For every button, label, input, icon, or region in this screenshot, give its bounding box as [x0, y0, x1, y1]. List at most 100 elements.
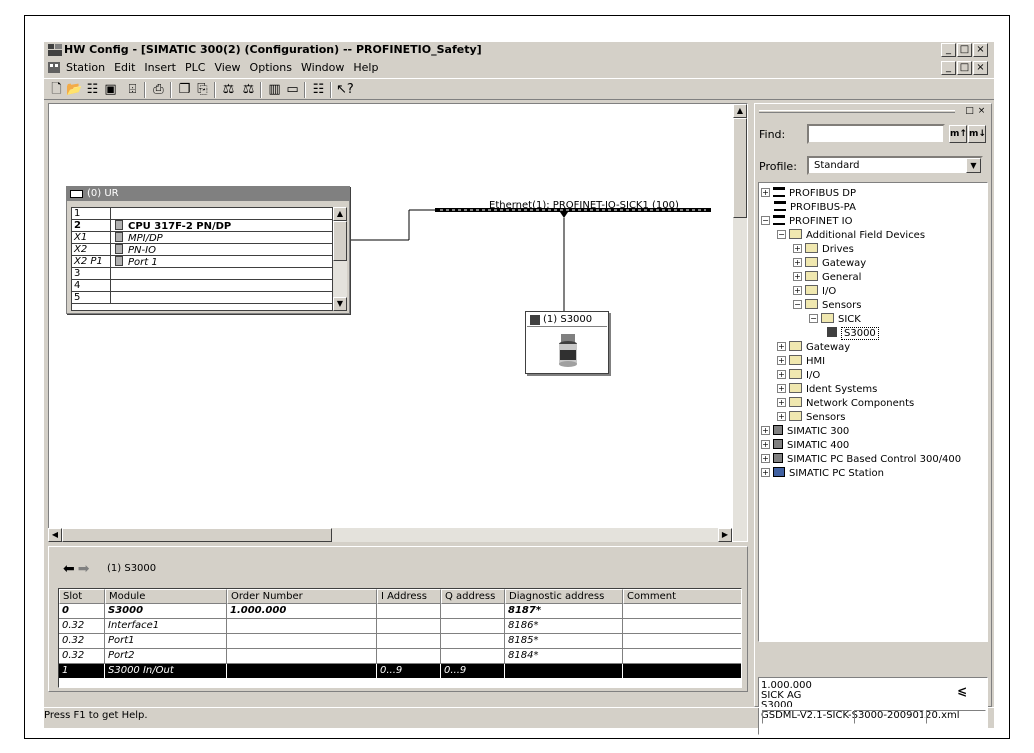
tree-item-sensors[interactable]: − Sensors	[793, 299, 862, 313]
rack-scrollbar[interactable]: ▲ ▼	[333, 207, 347, 311]
open-icon[interactable]: 📂	[66, 82, 83, 98]
detail-row[interactable]: 0 S3000 1.000.000 8187*	[59, 604, 741, 619]
save-icon[interactable]: ▣	[102, 82, 119, 98]
catalog-tree[interactable]: + PROFIBUS DP PROFIBUS-PA − PROFINET IO − A…	[758, 182, 988, 642]
detail-table[interactable]: Slot Module Order Number I Address Q add…	[58, 588, 742, 688]
rack-row[interactable]: 5	[72, 292, 332, 304]
station-hscroll-thumb[interactable]	[62, 528, 332, 542]
monitor-icon[interactable]: ▭	[284, 82, 301, 98]
menu-edit[interactable]: Edit	[114, 61, 135, 74]
forward-arrow-icon[interactable]: ➡	[78, 561, 90, 577]
tree-item-io[interactable]: + I/O	[793, 285, 836, 299]
scroll-down-icon[interactable]: ▼	[333, 297, 347, 311]
rack-row[interactable]: 4	[72, 280, 332, 292]
download-icon[interactable]: ⌹	[124, 82, 141, 98]
tree-item-profibus-dp[interactable]: + PROFIBUS DP	[761, 187, 856, 201]
tree-item-io-2[interactable]: + I/O	[777, 369, 820, 383]
profile-select[interactable]: Standard ▼	[807, 156, 983, 175]
col-order-number[interactable]: Order Number	[227, 589, 377, 604]
menu-view[interactable]: View	[214, 61, 240, 74]
rack-module: Port 1	[128, 257, 158, 268]
col-q-address[interactable]: Q address	[441, 589, 505, 604]
tree-item-drives[interactable]: + Drives	[793, 243, 854, 257]
tree-item-simatic-pc-based-control[interactable]: + SIMATIC PC Based Control 300/400	[761, 453, 961, 467]
tree-item-sick[interactable]: − SICK	[809, 313, 861, 327]
child-window-icon[interactable]	[48, 62, 60, 73]
rack-row[interactable]: X2 PN-IO	[72, 244, 332, 256]
detail-row-selected[interactable]: 1 S3000 In/Out 0...9 0...9	[59, 664, 741, 679]
info-toggle-icon[interactable]: ⩽	[957, 684, 967, 698]
menu-options[interactable]: Options	[250, 61, 292, 74]
detail-row[interactable]: 0.32 Interface1 8186*	[59, 619, 741, 634]
chevron-down-icon[interactable]: ▼	[966, 158, 981, 173]
col-slot[interactable]: Slot	[59, 589, 105, 604]
scroll-right-icon[interactable]: ▶	[718, 528, 732, 542]
config-icon[interactable]: ▥	[266, 82, 283, 98]
col-module[interactable]: Module	[105, 589, 227, 604]
rack-row[interactable]: 2 CPU 317F-2 PN/DP	[72, 220, 332, 232]
network-icon[interactable]: ⚖	[240, 82, 257, 98]
detail-row[interactable]: 0.32 Port1 8185*	[59, 634, 741, 649]
device-s3000[interactable]: (1) S3000	[525, 311, 609, 374]
rack-row[interactable]: 3	[72, 268, 332, 280]
scroll-left-icon[interactable]: ◀	[48, 528, 62, 542]
col-diagnostic-address[interactable]: Diagnostic address	[505, 589, 623, 604]
rack-row[interactable]: 1	[72, 208, 332, 220]
station-horizontal-scrollbar[interactable]: ◀ ▶	[48, 528, 732, 542]
menu-window[interactable]: Window	[301, 61, 344, 74]
col-comment[interactable]: Comment	[623, 589, 741, 604]
paste-icon[interactable]: ⎘	[194, 82, 211, 98]
tree-item-gateway[interactable]: + Gateway	[793, 257, 866, 271]
tree-item-general[interactable]: + General	[793, 271, 861, 285]
tree-item-hmi[interactable]: + HMI	[777, 355, 825, 369]
maximize-button[interactable]: □	[957, 43, 972, 57]
tree-item-profinet-io[interactable]: − PROFINET IO	[761, 215, 852, 229]
print-icon[interactable]: ⎙	[150, 82, 167, 98]
menu-insert[interactable]: Insert	[144, 61, 176, 74]
tree-item-simatic-pc-station[interactable]: + SIMATIC PC Station	[761, 467, 884, 481]
rack-scroll-thumb[interactable]	[333, 221, 347, 261]
minimize-button[interactable]: _	[941, 43, 956, 57]
detail-row[interactable]: 0.32 Port2 8184*	[59, 649, 741, 664]
menu-plc[interactable]: PLC	[185, 61, 205, 74]
station-view[interactable]: (0) UR 1 2 CPU 317F-2 PN/DP X1 MPI/DP X2 PN…	[48, 103, 748, 542]
child-close-button[interactable]: ×	[973, 61, 988, 75]
hardware-icon[interactable]: ☷	[310, 82, 327, 98]
close-button[interactable]: ×	[973, 43, 988, 57]
tree-item-gateway-2[interactable]: + Gateway	[777, 341, 850, 355]
expand-icon: +	[777, 342, 786, 351]
tree-item-sensors-2[interactable]: + Sensors	[777, 411, 846, 425]
catalog-restore-button[interactable]: □	[964, 107, 975, 117]
child-restore-button[interactable]: □	[957, 61, 972, 75]
help-icon[interactable]: ↖?	[336, 82, 354, 98]
tree-item-s3000[interactable]: S3000	[827, 327, 879, 341]
rack-row[interactable]: X2 P1 Port 1	[72, 256, 332, 268]
rack-0-ur[interactable]: (0) UR 1 2 CPU 317F-2 PN/DP X1 MPI/DP X2 PN…	[66, 186, 350, 314]
menu-station[interactable]: Station	[66, 61, 105, 74]
find-up-button[interactable]: m↑	[949, 125, 967, 143]
rack-row[interactable]: X1 MPI/DP	[72, 232, 332, 244]
col-i-address[interactable]: I Address	[377, 589, 441, 604]
back-arrow-icon[interactable]: ⬅	[63, 561, 75, 577]
copy-icon[interactable]: ❐	[176, 82, 193, 98]
new-icon[interactable]: 🗋	[48, 82, 65, 98]
title-bar[interactable]: HW Config - [SIMATIC 300(2) (Configurati…	[44, 42, 994, 59]
tree-item-simatic-400[interactable]: + SIMATIC 400	[761, 439, 849, 453]
catalog-icon[interactable]: ⚖	[220, 82, 237, 98]
tree-item-network-components[interactable]: + Network Components	[777, 397, 914, 411]
tree-item-ident-systems[interactable]: + Ident Systems	[777, 383, 877, 397]
find-down-button[interactable]: m↓	[968, 125, 986, 143]
scroll-up-icon[interactable]: ▲	[333, 207, 347, 221]
save-compile-icon[interactable]: ☷	[84, 82, 101, 98]
tree-item-additional-field-devices[interactable]: − Additional Field Devices	[777, 229, 925, 243]
scroll-up-icon[interactable]: ▲	[733, 104, 747, 118]
station-vscroll-thumb[interactable]	[733, 118, 747, 218]
tree-item-simatic-300[interactable]: + SIMATIC 300	[761, 425, 849, 439]
station-vertical-scrollbar[interactable]: ▲ ▼	[733, 104, 747, 541]
catalog-grip[interactable]	[759, 110, 955, 113]
child-minimize-button[interactable]: _	[941, 61, 956, 75]
find-input[interactable]	[807, 124, 945, 144]
tree-item-profibus-pa[interactable]: PROFIBUS-PA	[774, 201, 856, 215]
catalog-close-button[interactable]: ×	[976, 107, 987, 117]
menu-help[interactable]: Help	[353, 61, 378, 74]
